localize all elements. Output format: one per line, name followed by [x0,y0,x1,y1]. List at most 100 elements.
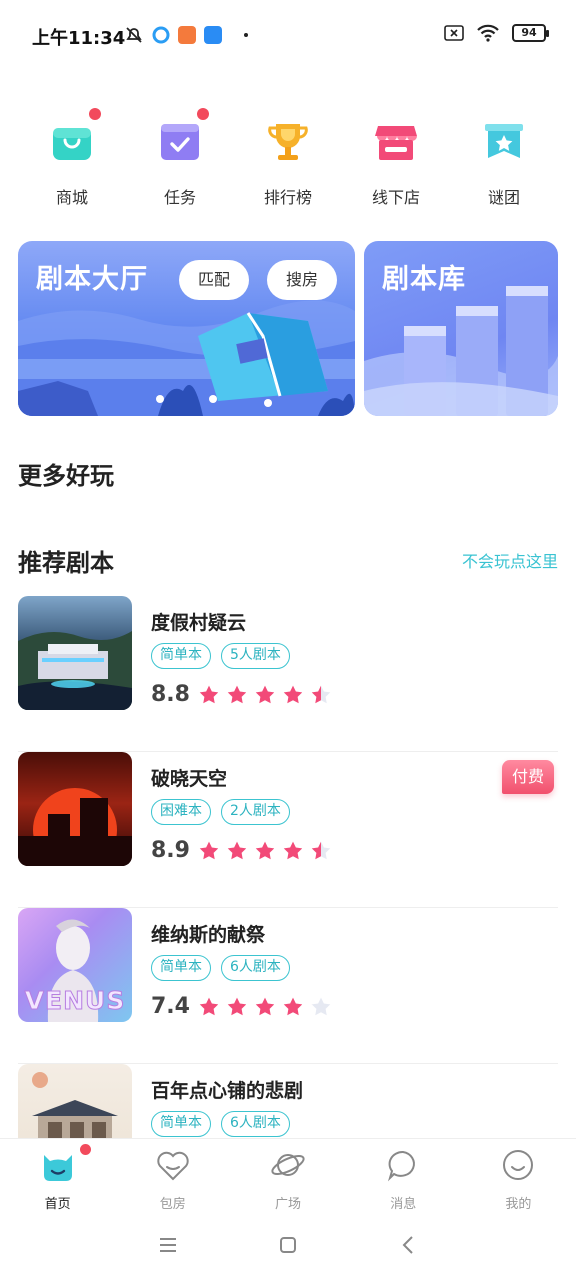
quick-item-mystery[interactable]: 谜团 [459,118,549,208]
sim-off-icon [444,25,464,41]
star-rating [198,996,332,1018]
status-time: 上午11:34 [32,28,126,49]
players-tag: 5人剧本 [221,643,290,669]
script-rating: 7.4 [151,994,332,1019]
star-full-icon [283,685,303,703]
store-icon [375,126,417,160]
star-full-icon [255,841,275,859]
paid-badge: 付费 [502,760,554,794]
system-navigation-bar [0,1210,576,1280]
match-button[interactable]: 匹配 [179,260,249,300]
difficulty-tag: 困难本 [151,799,211,825]
script-tags: 简单本 6人剧本 [151,955,290,981]
script-rating: 8.8 [151,682,332,707]
script-tags: 困难本 2人剧本 [151,799,290,825]
trophy-icon [268,124,308,160]
help-link[interactable]: 不会玩点这里 [462,548,558,572]
difficulty-tag: 简单本 [151,1111,211,1137]
star-rating [198,840,332,862]
notification-dot [197,108,209,120]
more-fun-title: 更多好玩 [18,462,114,490]
tab-plaza[interactable]: 广场 [230,1139,345,1212]
script-title: 百年点心铺的悲剧 [151,1080,304,1102]
star-full-icon [283,997,303,1015]
status-system-icons: 94 [444,24,549,42]
heart-room-icon [157,1151,189,1181]
star-rating [198,684,332,706]
quick-item-task[interactable]: 任务 [135,108,225,208]
script-thumbnail: VENUS [18,908,132,1022]
dot-icon [244,33,248,37]
status-bar: 上午11:34 94 [0,0,576,70]
rating-score: 7.4 [151,994,190,1019]
menu-icon [160,1238,176,1252]
script-hall-banner[interactable]: 剧本大厅 匹配 搜房 [18,241,355,416]
rating-score: 8.9 [151,838,190,863]
quick-item-shop[interactable]: 商城 [27,108,117,208]
quick-item-label: 谜团 [487,188,520,207]
difficulty-tag: 简单本 [151,643,211,669]
app-icon-blue [152,26,170,44]
script-title: 维纳斯的献祭 [151,924,266,946]
script-title: 度假村疑云 [151,612,247,634]
home-cat-icon [43,1155,72,1181]
list-item[interactable]: 破晓天空 困难本 2人剧本 8.9 付费 [18,752,558,908]
shop-bag-icon [53,128,91,160]
hall-title: 剧本大厅 [36,264,148,295]
list-item[interactable]: 度假村疑云 简单本 5人剧本 8.8 [18,596,558,752]
script-library-banner[interactable]: 剧本库 [364,241,558,416]
script-rating: 8.9 [151,838,332,863]
library-title: 剧本库 [382,264,466,295]
quick-item-label: 任务 [163,188,196,207]
script-thumbnail [18,596,132,710]
script-list: 度假村疑云 简单本 5人剧本 8.8 破晓天空 困难本 2人剧本 8.9 付费 … [18,596,558,1220]
menu-button[interactable] [153,1230,183,1260]
star-full-icon [227,841,247,859]
bell-off-icon [126,27,142,43]
tab-messages[interactable]: 消息 [346,1139,461,1212]
tab-profile[interactable]: 我的 [461,1139,576,1212]
star-half-icon [311,685,331,703]
quick-item-offline-store[interactable]: 线下店 [351,118,441,208]
star-full-icon [199,841,219,859]
star-full-icon [199,685,219,703]
star-full-icon [199,997,219,1015]
task-check-icon [161,124,199,160]
quick-item-label: 线下店 [371,188,420,207]
quick-item-ranking[interactable]: 排行榜 [243,118,333,208]
search-room-button[interactable]: 搜房 [267,260,337,300]
notification-dot [80,1144,91,1155]
players-tag: 6人剧本 [221,955,290,981]
script-tags: 简单本 6人剧本 [151,1111,290,1137]
app-icon-upload [204,26,222,44]
star-full-icon [227,685,247,703]
battery-icon: 94 [512,24,549,42]
script-title: 破晓天空 [151,768,228,790]
script-thumbnail [18,752,132,866]
rating-score: 8.8 [151,682,190,707]
players-tag: 6人剧本 [221,1111,290,1137]
script-tags: 简单本 5人剧本 [151,643,290,669]
bottom-tab-bar: 首页 包房 广场 消息 我的 [0,1138,576,1212]
tab-room[interactable]: 包房 [115,1139,230,1212]
wifi-icon [477,24,499,42]
star-full-icon [255,997,275,1015]
app-icon-orange [178,26,196,44]
tab-home[interactable]: 首页 [0,1139,115,1212]
players-tag: 2人剧本 [221,799,290,825]
back-arrow-icon [402,1236,413,1254]
list-item[interactable]: VENUS 维纳斯的献祭 简单本 6人剧本 7.4 [18,908,558,1064]
mystery-star-icon [485,124,523,158]
star-full-icon [283,841,303,859]
recommended-title: 推荐剧本 [18,549,114,577]
thumbnail-text: VENUS [24,986,126,1016]
chat-bubble-icon [388,1150,416,1182]
difficulty-tag: 简单本 [151,955,211,981]
home-button[interactable] [273,1230,303,1260]
notification-dot [89,108,101,120]
star-full-icon [255,685,275,703]
status-notification-icons [124,25,248,45]
square-home-icon [280,1237,296,1253]
back-button[interactable] [393,1230,423,1260]
planet-icon [271,1154,305,1176]
